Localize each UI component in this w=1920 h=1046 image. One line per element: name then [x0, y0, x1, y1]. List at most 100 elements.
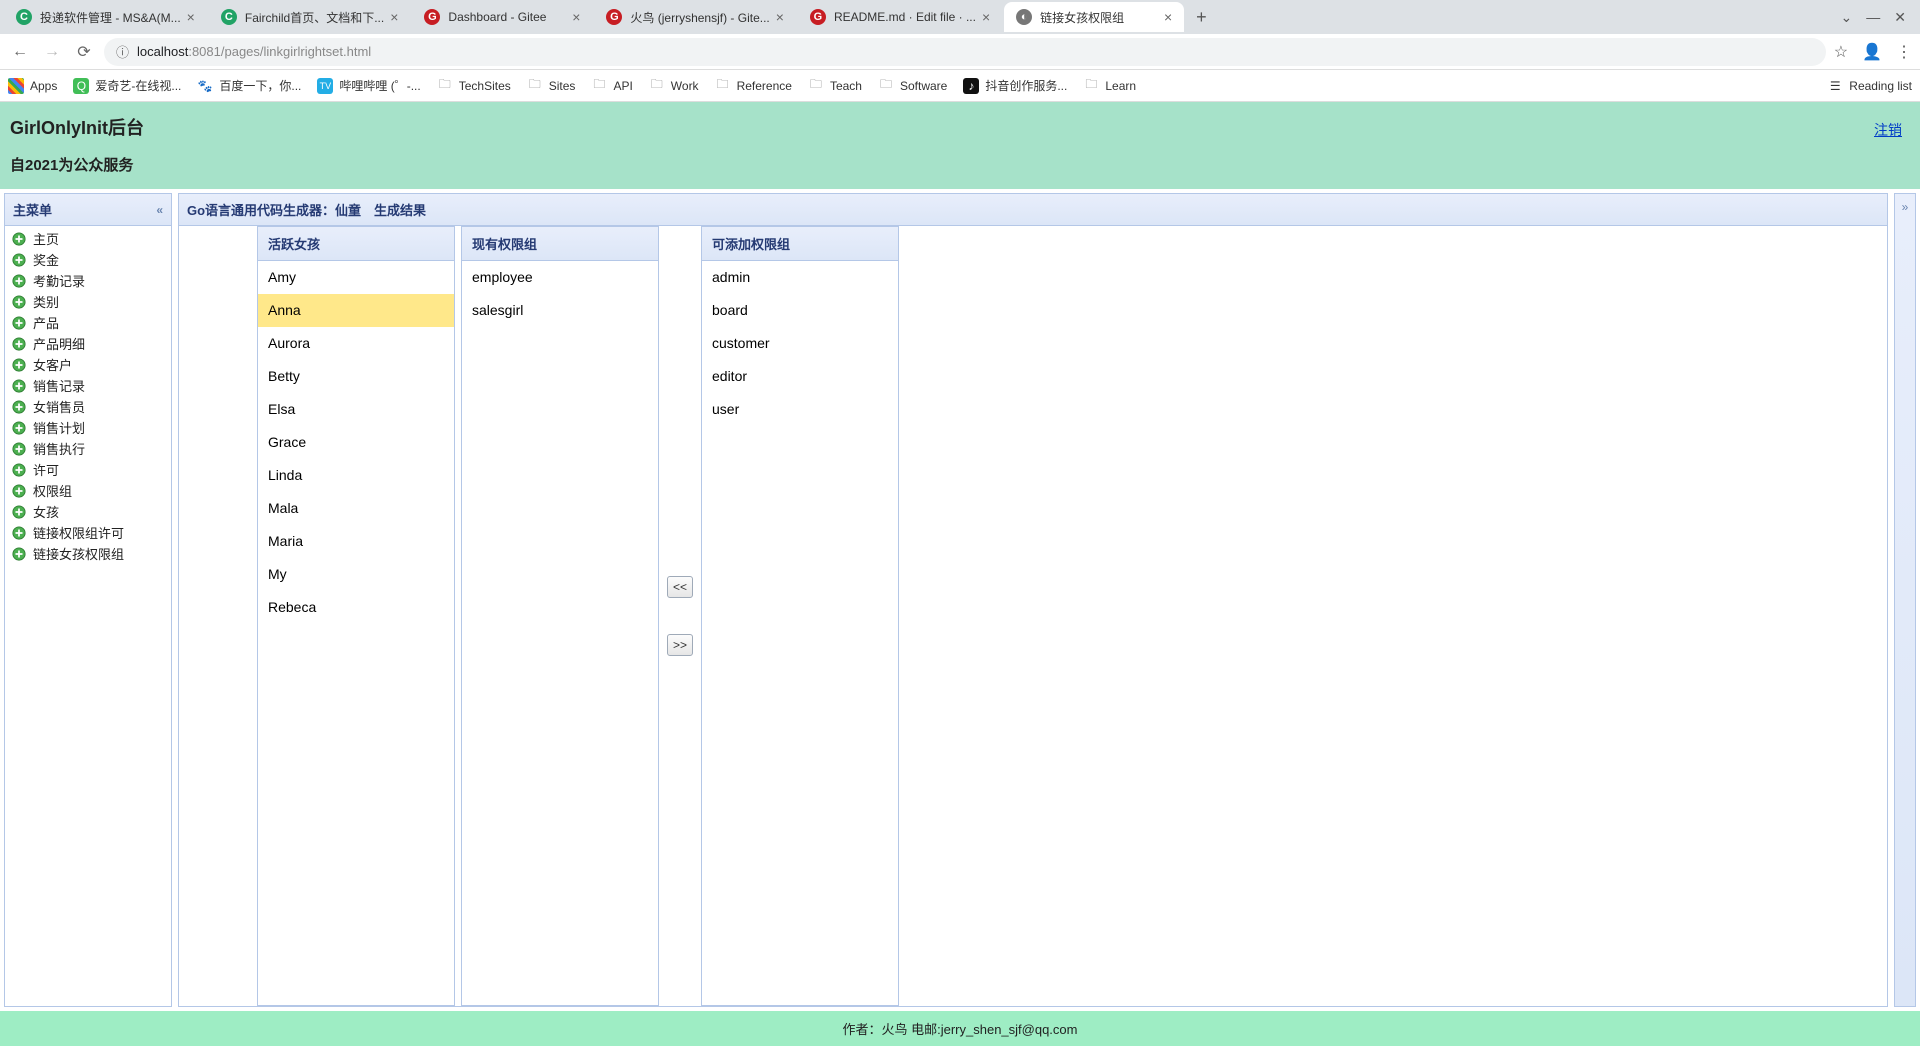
current-rights-header: 现有权限组 — [462, 227, 658, 261]
sidebar-item[interactable]: 链接女孩权限组 — [5, 543, 171, 564]
browser-tab[interactable]: ◐链接女孩权限组× — [1004, 2, 1184, 32]
close-icon[interactable]: × — [776, 9, 784, 25]
main-header: Go语言通用代码生成器：仙童 生成结果 — [179, 194, 1887, 226]
close-icon[interactable]: × — [982, 9, 990, 25]
sidebar-item[interactable]: 产品 — [5, 312, 171, 333]
bookmark-item[interactable]: 🗀Teach — [808, 78, 862, 94]
list-item[interactable]: Grace — [258, 426, 454, 459]
list-item[interactable]: Elsa — [258, 393, 454, 426]
list-item[interactable]: Linda — [258, 459, 454, 492]
bookmark-item[interactable]: 🐾百度一下，你... — [197, 77, 301, 94]
reload-button[interactable]: ⟳ — [72, 42, 96, 62]
bookmark-item[interactable]: 🗀TechSites — [437, 78, 511, 94]
sidebar-item[interactable]: 女销售员 — [5, 396, 171, 417]
close-icon[interactable]: × — [390, 9, 398, 25]
bookmark-item[interactable]: 🗀Learn — [1083, 78, 1136, 94]
sidebar-item-label: 类别 — [33, 292, 59, 311]
list-item[interactable]: Maria — [258, 525, 454, 558]
menu-icon[interactable]: ⋮ — [1896, 42, 1912, 62]
sidebar-item-label: 女客户 — [33, 355, 72, 374]
folder-icon: 🗀 — [878, 78, 894, 94]
close-icon[interactable]: × — [1164, 9, 1172, 25]
list-item[interactable]: employee — [462, 261, 658, 294]
plus-icon — [11, 441, 27, 457]
sidebar-item-label: 链接权限组许可 — [33, 523, 124, 542]
transfer-left-button[interactable]: << — [667, 576, 693, 598]
page-header: GirlOnlyInit后台 自2021为公众服务 注销 — [0, 102, 1920, 189]
list-item[interactable]: My — [258, 558, 454, 591]
browser-tab[interactable]: G火鸟 (jerryshensjf) - Gite...× — [594, 2, 796, 32]
list-item[interactable]: board — [702, 294, 898, 327]
transfer-right-button[interactable]: >> — [667, 634, 693, 656]
window-minimize-icon[interactable]: — — [1866, 9, 1880, 26]
list-item[interactable]: editor — [702, 360, 898, 393]
window-expand-icon[interactable]: ⌄ — [1841, 9, 1853, 26]
sidebar-item[interactable]: 考勤记录 — [5, 270, 171, 291]
sidebar-item[interactable]: 权限组 — [5, 480, 171, 501]
window-close-icon[interactable]: ✕ — [1894, 9, 1906, 26]
forward-button[interactable]: → — [40, 43, 64, 61]
browser-tab[interactable]: CFairchild首页、文档和下...× — [209, 2, 411, 32]
bookmark-item[interactable]: 🗀Reference — [715, 78, 792, 94]
sidebar-item[interactable]: 销售计划 — [5, 417, 171, 438]
logout-link[interactable]: 注销 — [1874, 120, 1902, 140]
bookmark-item[interactable]: 🗀Sites — [527, 78, 576, 94]
plus-icon — [11, 420, 27, 436]
bookmark-label: Reference — [737, 79, 792, 93]
plus-icon — [11, 546, 27, 562]
sidebar-item[interactable]: 女孩 — [5, 501, 171, 522]
url-input[interactable]: ⓘ localhost:8081/pages/linkgirlrightset.… — [104, 38, 1826, 66]
list-item[interactable]: Anna — [258, 294, 454, 327]
close-icon[interactable]: × — [572, 9, 580, 25]
list-item[interactable]: Aurora — [258, 327, 454, 360]
sidebar-header: 主菜单 « — [5, 194, 171, 226]
folder-icon: 🗀 — [437, 78, 453, 94]
collapse-sidebar-icon[interactable]: « — [156, 203, 163, 217]
sidebar-item[interactable]: 产品明细 — [5, 333, 171, 354]
url-path: /pages/linkgirlrightset.html — [221, 44, 371, 59]
folder-icon: 🗀 — [591, 78, 607, 94]
sidebar-item[interactable]: 销售记录 — [5, 375, 171, 396]
list-item[interactable]: customer — [702, 327, 898, 360]
current-rights-body: employeesalesgirl — [462, 261, 658, 1005]
baidu-icon: 🐾 — [197, 78, 213, 94]
reading-list-button[interactable]: ☰Reading list — [1827, 78, 1912, 94]
bookmark-item[interactable]: TV哔哩哔哩 (゜-... — [317, 77, 420, 94]
list-item[interactable]: Betty — [258, 360, 454, 393]
main-title: Go语言通用代码生成器：仙童 生成结果 — [187, 200, 426, 219]
list-item[interactable]: Amy — [258, 261, 454, 294]
browser-tab[interactable]: GDashboard - Gitee× — [412, 2, 592, 32]
collapsed-right-panel[interactable]: » — [1894, 193, 1916, 1007]
new-tab-button[interactable]: + — [1186, 7, 1217, 28]
sidebar-item[interactable]: 许可 — [5, 459, 171, 480]
bookmark-label: Teach — [830, 79, 862, 93]
sidebar-item-label: 销售记录 — [33, 376, 85, 395]
star-icon[interactable]: ☆ — [1834, 42, 1848, 62]
bookmark-item[interactable]: 🗀Software — [878, 78, 947, 94]
list-item[interactable]: salesgirl — [462, 294, 658, 327]
list-item[interactable]: Mala — [258, 492, 454, 525]
profile-icon[interactable]: 👤 — [1862, 42, 1882, 62]
bookmark-item[interactable]: Q爱奇艺-在线视... — [73, 77, 181, 94]
close-icon[interactable]: × — [187, 9, 195, 25]
back-button[interactable]: ← — [8, 43, 32, 61]
sidebar-item[interactable]: 女客户 — [5, 354, 171, 375]
list-item[interactable]: user — [702, 393, 898, 426]
browser-tab[interactable]: C投递软件管理 - MS&A(M...× — [4, 2, 207, 32]
sidebar-item[interactable]: 类别 — [5, 291, 171, 312]
list-item[interactable]: admin — [702, 261, 898, 294]
list-item[interactable]: Rebeca — [258, 591, 454, 624]
sidebar-item-label: 产品明细 — [33, 334, 85, 353]
bookmark-item[interactable]: 🗀Work — [649, 78, 699, 94]
bookmark-item[interactable]: ♪抖音创作服务... — [963, 77, 1067, 94]
bookmark-label: Apps — [30, 79, 57, 93]
sidebar-item[interactable]: 链接权限组许可 — [5, 522, 171, 543]
sidebar-item[interactable]: 销售执行 — [5, 438, 171, 459]
site-info-icon[interactable]: ⓘ — [116, 42, 129, 61]
sidebar-item-label: 产品 — [33, 313, 59, 332]
sidebar-item[interactable]: 奖金 — [5, 249, 171, 270]
browser-tab[interactable]: GREADME.md · Edit file · ...× — [798, 2, 1002, 32]
sidebar-item[interactable]: 主页 — [5, 228, 171, 249]
bookmark-item[interactable]: Apps — [8, 78, 57, 94]
bookmark-item[interactable]: 🗀API — [591, 78, 632, 94]
